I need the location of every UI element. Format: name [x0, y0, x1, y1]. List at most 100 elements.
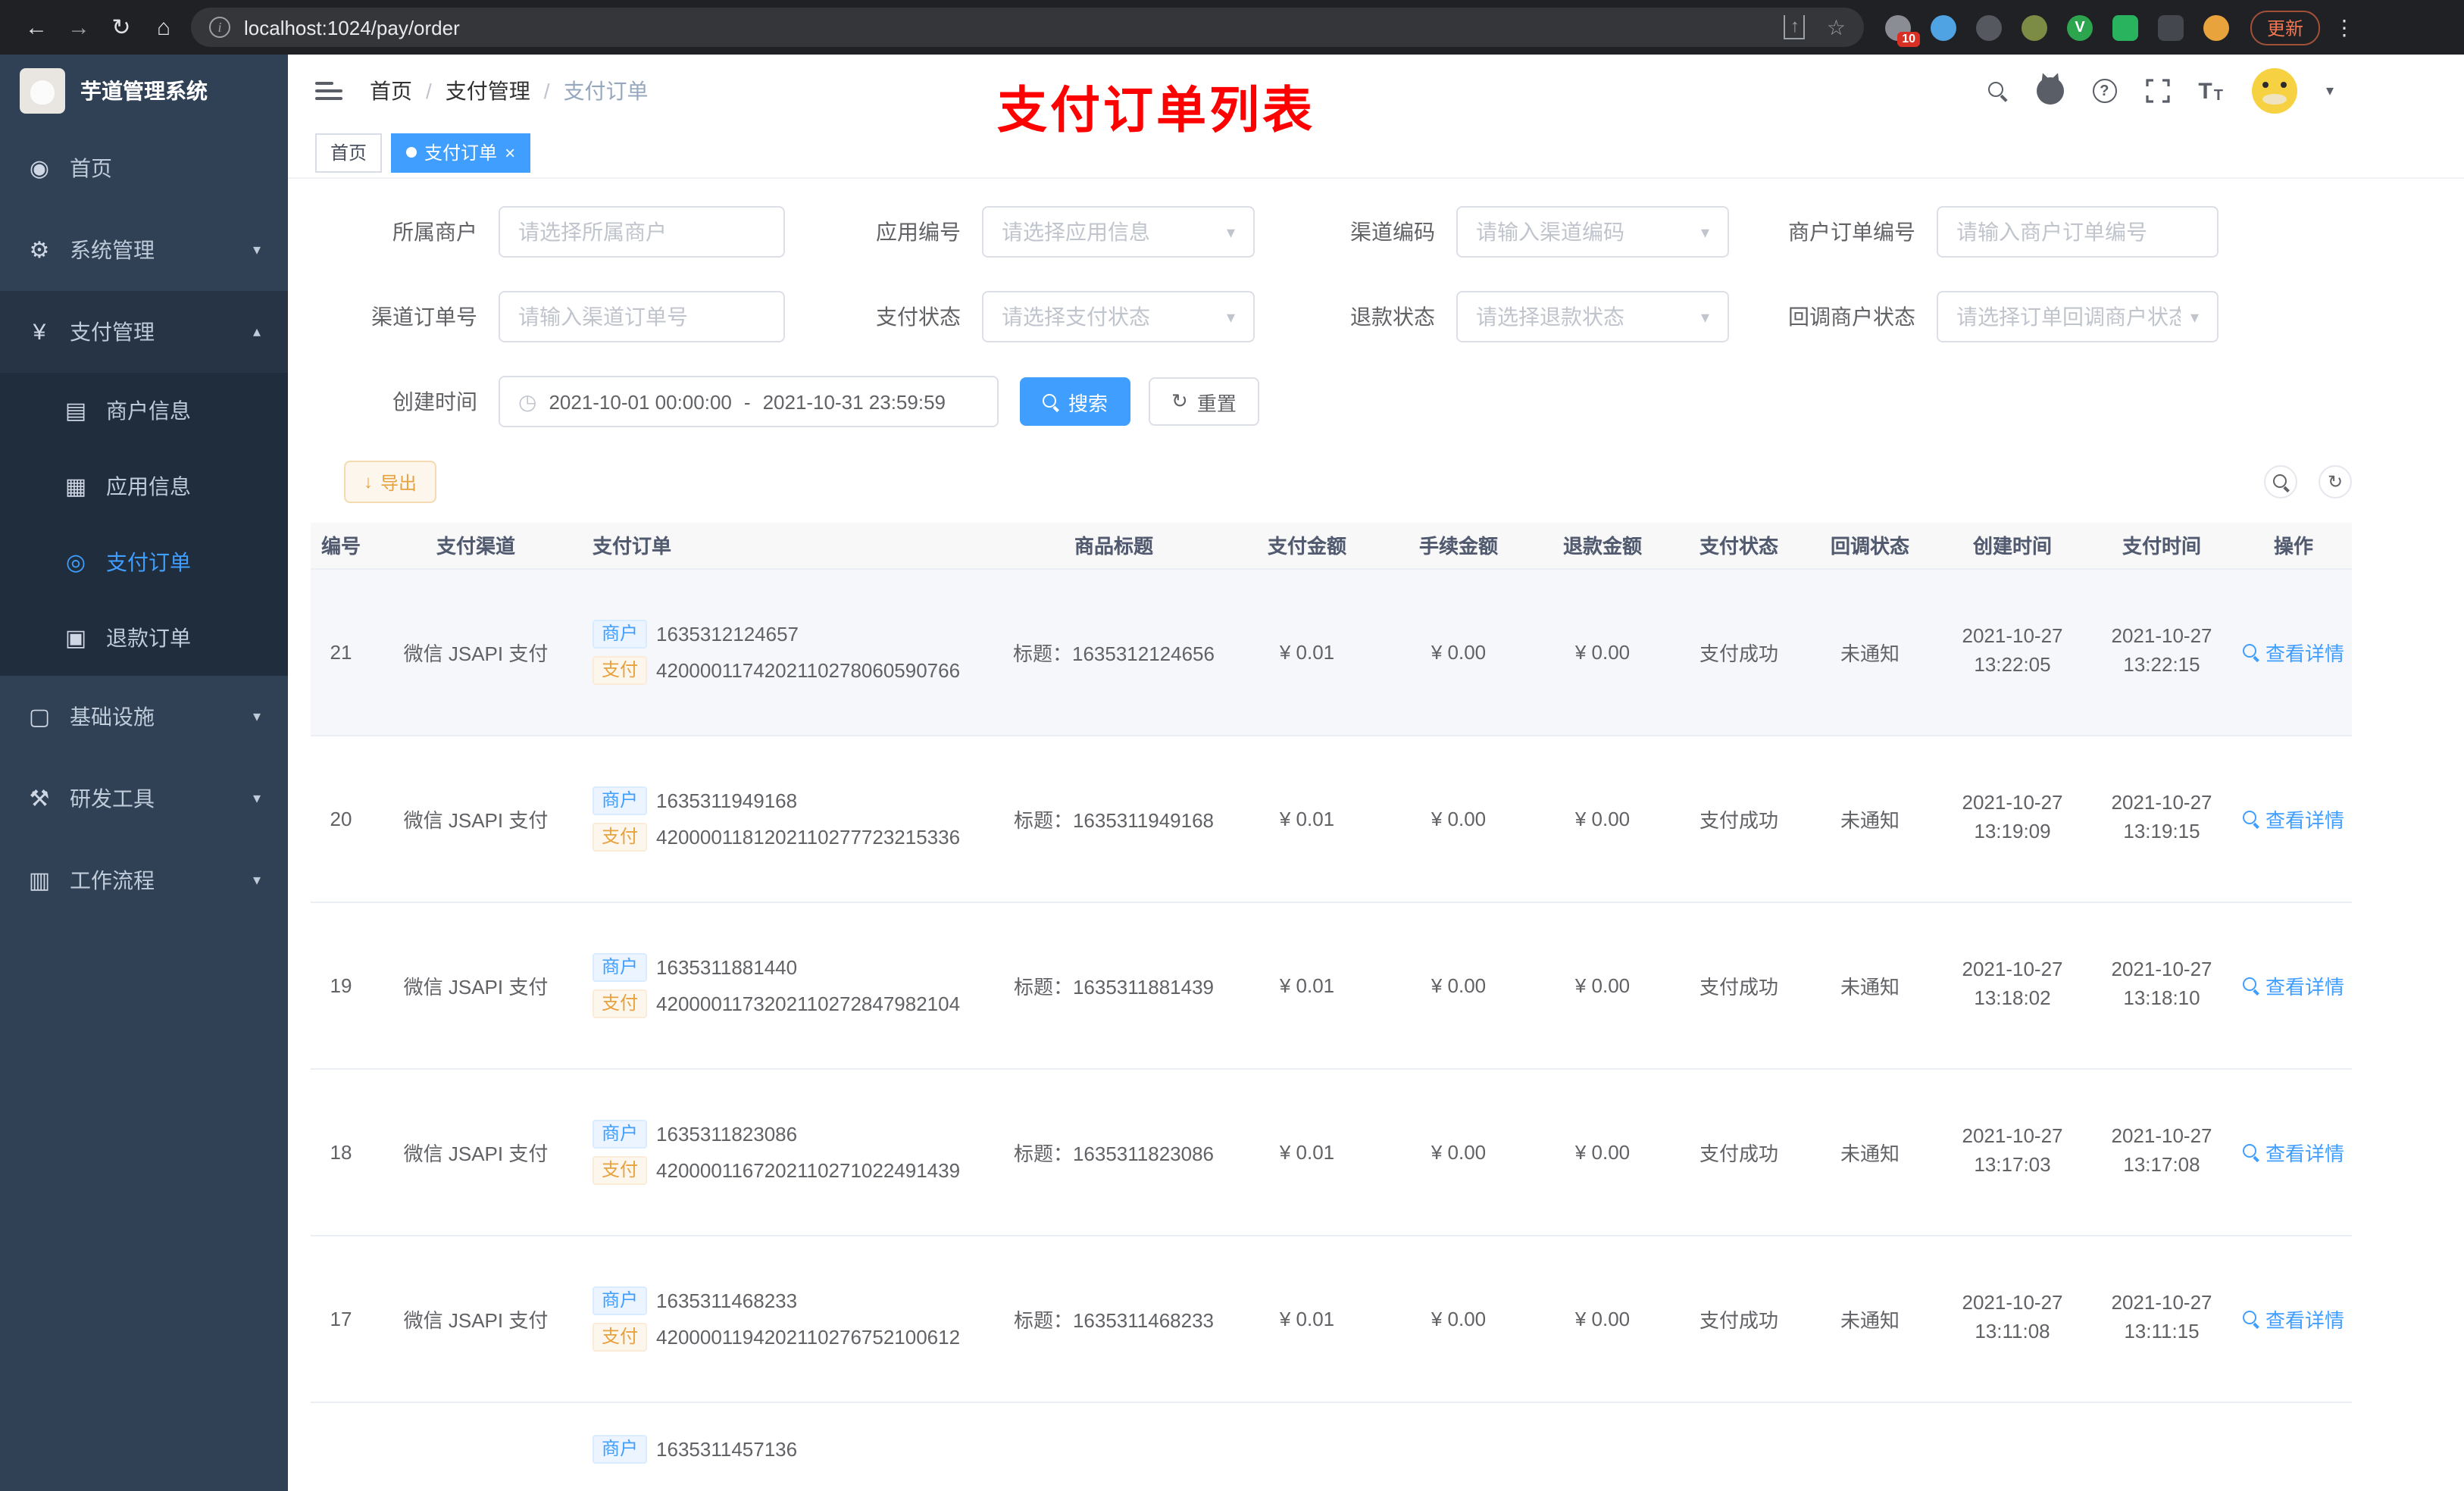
cell-status: 支付成功 — [1674, 735, 1803, 902]
extension-icon[interactable] — [1931, 14, 1956, 40]
pay-no: 4200001181202110277723215336 — [656, 825, 961, 848]
app-title: 芋道管理系统 — [80, 79, 208, 103]
cell-pay-order: 商户 1635311823086 支付 4200001167202110271022… — [580, 1068, 1000, 1236]
extension-icon[interactable]: 10 — [1885, 14, 1920, 46]
search-icon — [2242, 1310, 2259, 1327]
sidebar-item-system[interactable]: ⚙ 系统管理 ▾ — [0, 209, 288, 291]
sidebar-item-pay-order[interactable]: ◎ 支付订单 — [0, 524, 288, 600]
tab-label: 首页 — [330, 142, 367, 164]
extension-badge: 10 — [1897, 31, 1920, 46]
merchant-order-no-input[interactable] — [1937, 206, 2219, 258]
sidebar-item-refund-order[interactable]: ▣ 退款订单 — [0, 600, 288, 676]
tab-pay-order[interactable]: 支付订单 × — [391, 133, 531, 172]
sidebar-item-merchant-info[interactable]: ▤ 商户信息 — [0, 373, 288, 449]
sidebar-toggle-icon[interactable] — [315, 82, 342, 100]
avatar-dropdown-icon[interactable]: ▾ — [2326, 83, 2334, 99]
export-button[interactable]: ↓ 导出 — [344, 461, 437, 503]
main-area: 首页 / 支付管理 / 支付订单 支付订单列表 ? TT ▾ 首页 支付订单 ×… — [288, 55, 2464, 1491]
cell-create-time: 2021-10-27 13:22:05 — [1937, 568, 2088, 736]
merchant-order-no-field[interactable] — [1956, 220, 2199, 244]
sidebar-item-payment[interactable]: ¥ 支付管理 ▴ — [0, 291, 288, 373]
table-row: 18 微信 JSAPI 支付 商户 1635311823086 支付 4200001… — [311, 1068, 2352, 1236]
channel-code-select[interactable]: 请输入渠道编码 ▾ — [1456, 206, 1729, 258]
logo-image — [20, 68, 65, 114]
sidebar-item-dev-tools[interactable]: ⚒ 研发工具 ▾ — [0, 758, 288, 839]
select-placeholder: 请选择支付状态 — [1002, 305, 1150, 329]
breadcrumb-payment[interactable]: 支付管理 — [446, 76, 530, 106]
date-end-value: 2021-10-31 23:59:59 — [762, 390, 946, 413]
share-icon[interactable]: ↑ — [1784, 15, 1806, 39]
pay-status-select[interactable]: 请选择支付状态 ▾ — [982, 291, 1255, 342]
table-row-partial: 商户 1635311457136 — [311, 1402, 2352, 1491]
app-logo[interactable]: 芋道管理系统 — [0, 55, 288, 127]
forward-icon[interactable]: → — [58, 14, 100, 40]
merchant-input[interactable] — [499, 206, 785, 258]
cell-fee: ¥ 0.00 — [1387, 1235, 1531, 1402]
merchant-no: 1635311823086 — [656, 1122, 798, 1145]
search-icon — [2242, 1143, 2259, 1160]
cell-status: 支付成功 — [1674, 1068, 1803, 1236]
view-detail-link[interactable]: 查看详情 — [2242, 804, 2344, 833]
home-icon[interactable]: ⌂ — [142, 14, 185, 40]
reload-icon[interactable]: ↻ — [100, 14, 142, 41]
channel-order-no-field[interactable] — [518, 305, 765, 329]
refresh-table-button[interactable]: ↻ — [2319, 465, 2352, 499]
sidebar-item-app-info[interactable]: ▦ 应用信息 — [0, 449, 288, 524]
pay-tag: 支付 — [593, 1322, 648, 1351]
tab-home[interactable]: 首页 — [315, 133, 383, 172]
search-icon[interactable] — [1987, 81, 2007, 101]
filter-form: 所属商户 应用编号 请选择应用信息 ▾ 渠道编码 请输入渠道编码 ▾ 商户订单编… — [288, 179, 2464, 427]
extension-icon[interactable] — [1976, 14, 2002, 40]
reset-button[interactable]: ↻ 重置 — [1149, 377, 1259, 426]
github-icon[interactable] — [2036, 77, 2064, 105]
font-size-icon[interactable]: TT — [2198, 78, 2223, 104]
browser-menu-icon[interactable]: ⋮ — [2334, 14, 2355, 40]
breadcrumb: 首页 / 支付管理 / 支付订单 — [370, 76, 649, 106]
merchant-no: 1635311457136 — [656, 1437, 798, 1460]
pay-no: 4200001173202110272847982104 — [656, 992, 961, 1014]
breadcrumb-home[interactable]: 首页 — [370, 76, 412, 106]
toggle-search-button[interactable] — [2264, 465, 2297, 499]
extension-icon[interactable]: V — [2067, 14, 2093, 40]
refund-status-select[interactable]: 请选择退款状态 ▾ — [1456, 291, 1729, 342]
col-fee: 手续金额 — [1387, 523, 1531, 569]
site-info-icon[interactable]: i — [209, 17, 230, 38]
view-detail-link[interactable]: 查看详情 — [2242, 1304, 2344, 1333]
merchant-tag: 商户 — [593, 952, 648, 981]
bookmark-star-icon[interactable]: ☆ — [1827, 14, 1846, 40]
sidebar-item-workflow[interactable]: ▥ 工作流程 ▾ — [0, 839, 288, 921]
extension-icon[interactable] — [2203, 14, 2229, 40]
order-icon: ◎ — [65, 550, 86, 576]
merchant-input-field[interactable] — [518, 220, 765, 244]
close-icon[interactable]: × — [505, 142, 515, 163]
filter-label-app-no: 应用编号 — [876, 220, 961, 244]
url-text[interactable]: localhost:1024/pay/order — [244, 16, 1784, 39]
search-icon — [2242, 977, 2259, 993]
extension-icon[interactable] — [2158, 14, 2184, 40]
table-toolbar: ↓ 导出 ↻ — [288, 461, 2464, 503]
app-no-select[interactable]: 请选择应用信息 ▾ — [982, 206, 1255, 258]
user-avatar[interactable] — [2251, 68, 2297, 114]
table-row: 17 微信 JSAPI 支付 商户 1635311468233 支付 4200001… — [311, 1235, 2352, 1402]
fullscreen-icon[interactable] — [2145, 79, 2169, 103]
view-detail-link[interactable]: 查看详情 — [2242, 637, 2344, 666]
view-detail-link[interactable]: 查看详情 — [2242, 1137, 2344, 1166]
sidebar-item-infrastructure[interactable]: ▢ 基础设施 ▾ — [0, 676, 288, 758]
sidebar: 芋道管理系统 ◉ 首页 ⚙ 系统管理 ▾ ¥ 支付管理 ▴ ▤ 商户信息 ▦ 应… — [0, 55, 288, 1491]
browser-update-button[interactable]: 更新 — [2250, 10, 2321, 45]
filter-label-merchant-order-no: 商户订单编号 — [1788, 220, 1915, 244]
address-bar[interactable]: i localhost:1024/pay/order ↑ ☆ — [191, 8, 1864, 47]
notify-status-select[interactable]: 请选择订单回调商户状态 ▾ — [1937, 291, 2219, 342]
merchant-no: 1635311468233 — [656, 1289, 798, 1311]
channel-order-no-input[interactable] — [499, 291, 785, 342]
create-time-range-picker[interactable]: ◷ 2021-10-01 00:00:00 - 2021-10-31 23:59… — [499, 376, 999, 427]
filter-label-refund-status: 退款状态 — [1350, 305, 1435, 329]
sidebar-item-label: 首页 — [70, 156, 112, 180]
back-icon[interactable]: ← — [15, 14, 58, 40]
help-icon[interactable]: ? — [2092, 79, 2117, 103]
extension-icon[interactable] — [2022, 14, 2047, 40]
search-button[interactable]: 搜索 — [1020, 377, 1131, 426]
sidebar-item-home[interactable]: ◉ 首页 — [0, 127, 288, 209]
extension-icon[interactable] — [2112, 14, 2138, 40]
view-detail-link[interactable]: 查看详情 — [2242, 971, 2344, 999]
